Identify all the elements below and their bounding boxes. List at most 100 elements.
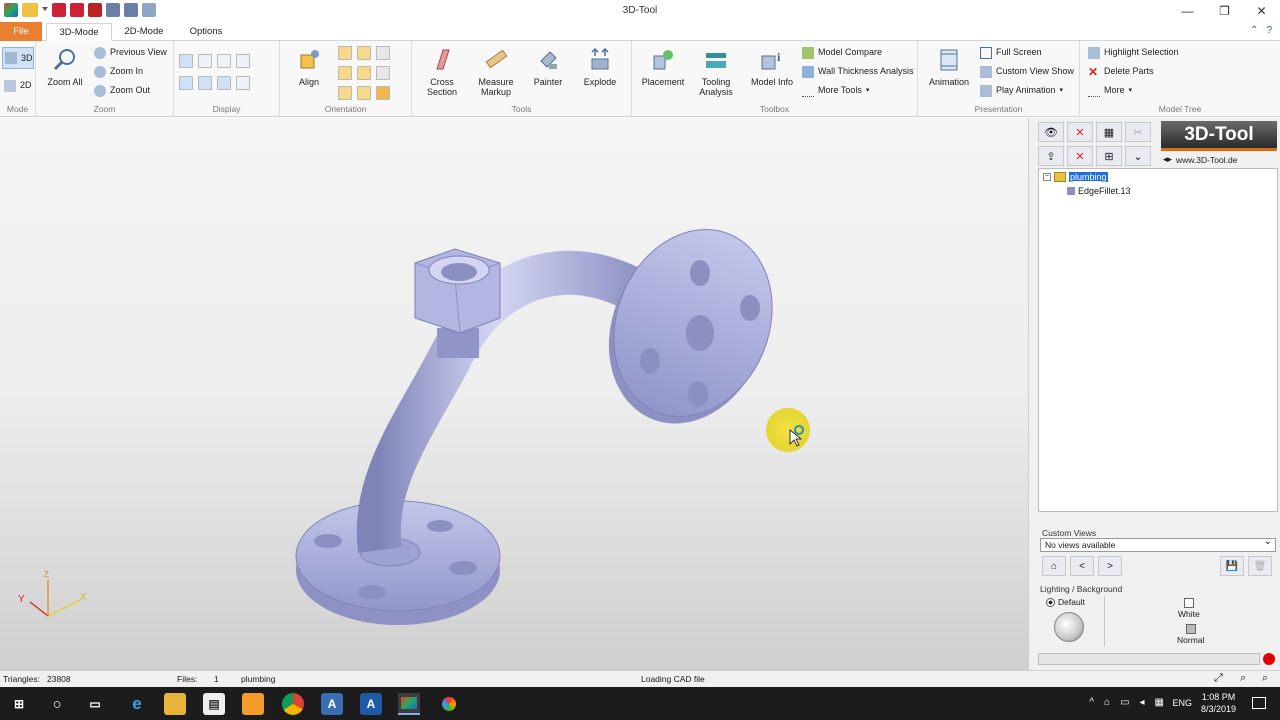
collapse-arrows-icon[interactable]: ◂▸ <box>1163 154 1172 165</box>
select-all-icon[interactable]: ▦ <box>1096 122 1122 142</box>
tooling-analysis-button[interactable]: Tooling Analysis <box>690 45 742 97</box>
placement-button[interactable]: Placement <box>636 45 690 87</box>
tree-structure-icon[interactable]: ⊞ <box>1096 146 1122 166</box>
chrome-icon[interactable] <box>282 693 304 715</box>
file-explorer-icon[interactable] <box>164 693 186 715</box>
cross-section-button[interactable]: Cross Section <box>416 45 468 97</box>
store-icon[interactable]: ▤ <box>203 693 225 715</box>
rotate-icon[interactable] <box>376 46 390 60</box>
volume-icon[interactable]: ◂ <box>1140 697 1145 708</box>
zoom-all-button[interactable]: Zoom All <box>38 45 92 87</box>
rotate-x-icon[interactable] <box>376 66 390 80</box>
view-front-icon[interactable] <box>338 46 352 60</box>
zoom-in-button[interactable]: Zoom In <box>94 63 143 80</box>
task-view-icon[interactable]: ▭ <box>84 693 106 715</box>
app-a-icon[interactable]: A <box>321 693 343 715</box>
mode-3d-button[interactable]: 3D <box>2 47 34 69</box>
view-iso-icon[interactable] <box>376 86 390 100</box>
edges-icon[interactable] <box>179 76 193 90</box>
globe-icon[interactable] <box>1054 612 1084 642</box>
view-back-icon[interactable] <box>357 46 371 60</box>
shaded-icon[interactable] <box>179 54 193 68</box>
show-only-icon[interactable]: ⇪ <box>1038 146 1064 166</box>
model-tree[interactable]: − plumbing EdgeFillet.13 <box>1038 168 1278 512</box>
collapse-icon[interactable]: − <box>1043 173 1051 181</box>
keyboard-icon[interactable]: ▦ <box>1155 697 1164 708</box>
hide-others-icon[interactable]: ✕ <box>1067 146 1093 166</box>
previous-view-button[interactable]: Previous View <box>94 44 167 61</box>
highlight-selection-button[interactable]: Highlight Selection <box>1088 44 1179 61</box>
delete-parts-button[interactable]: ✕ Delete Parts <box>1088 63 1154 80</box>
3d-tool-taskbar-icon[interactable] <box>398 693 420 715</box>
view-right-icon[interactable] <box>357 66 371 80</box>
minimize-button[interactable]: — <box>1169 0 1206 22</box>
maximize-button[interactable]: ❐ <box>1206 0 1243 22</box>
full-screen-button[interactable]: Full Screen <box>980 44 1042 61</box>
shaded-edges-icon[interactable] <box>198 54 212 68</box>
tree-menu-icon[interactable]: ⌄ <box>1125 146 1151 166</box>
tab-options[interactable]: Options <box>178 23 234 41</box>
axis-label-y: Y <box>18 594 25 605</box>
measure-markup-button[interactable]: Measure Markup <box>470 45 522 97</box>
explode-button[interactable]: Explode <box>574 45 626 87</box>
more-button[interactable]: More ▾ <box>1088 82 1132 99</box>
next-view-button[interactable]: > <box>1098 556 1122 576</box>
wireframe-icon[interactable] <box>236 54 250 68</box>
windows-start-icon[interactable]: ⊞ <box>8 693 30 715</box>
tab-file[interactable]: File <box>0 22 42 41</box>
previous-view-button[interactable]: < <box>1070 556 1094 576</box>
view-left-icon[interactable] <box>338 66 352 80</box>
clock[interactable]: 1:08 PM 8/3/2019 <box>1201 691 1236 715</box>
panel-splitter[interactable] <box>1028 118 1036 670</box>
edge-icon[interactable]: e <box>126 693 148 715</box>
app-orange-icon[interactable] <box>242 693 264 715</box>
help-icon[interactable]: ? <box>1266 25 1272 36</box>
display-icon[interactable]: ▭ <box>1120 697 1129 708</box>
tree-root-label: plumbing <box>1069 172 1108 182</box>
silhouette-icon[interactable] <box>198 76 212 90</box>
lighting-icon[interactable] <box>236 76 250 90</box>
network-icon[interactable]: ⌂ <box>1104 697 1110 708</box>
wall-thickness-button[interactable]: Wall Thickness Analysis <box>802 63 914 80</box>
home-view-icon[interactable]: ⌂ <box>1042 556 1066 576</box>
zoom-status-icon[interactable]: ⌕ <box>1240 672 1246 685</box>
zoom-out-button[interactable]: Zoom Out <box>94 82 150 99</box>
language-indicator[interactable]: ENG <box>1172 698 1192 708</box>
save-view-icon[interactable]: 💾 <box>1220 556 1244 576</box>
tree-child-item[interactable]: EdgeFillet.13 <box>1067 186 1131 196</box>
tab-2d-mode[interactable]: 2D-Mode <box>114 23 174 41</box>
white-background-checkbox[interactable]: White <box>1178 598 1200 619</box>
animation-button[interactable]: Animation <box>922 45 976 87</box>
tree-root-item[interactable]: − plumbing <box>1043 172 1108 182</box>
mode-2d-button[interactable]: 2D <box>4 77 32 94</box>
model-compare-button[interactable]: Model Compare <box>802 44 882 61</box>
model-info-button[interactable]: i Model Info <box>746 45 798 87</box>
show-icon[interactable]: 👁 <box>1038 122 1064 142</box>
notification-icon[interactable] <box>1252 697 1266 709</box>
cortana-icon[interactable]: ○ <box>46 693 68 715</box>
more-tools-button[interactable]: More Tools ▾ <box>802 82 869 99</box>
hide-icon[interactable]: ✕ <box>1067 122 1093 142</box>
custom-view-show-button[interactable]: Custom View Show <box>980 63 1074 80</box>
play-animation-button[interactable]: Play Animation ▾ <box>980 82 1063 99</box>
collapse-ribbon-icon[interactable]: ⌃ <box>1250 25 1258 36</box>
app-colorful-icon[interactable] <box>438 693 460 715</box>
hidden-line-icon[interactable] <box>217 54 231 68</box>
chevron-up-icon[interactable]: ^ <box>1089 697 1094 708</box>
close-button[interactable]: ✕ <box>1243 0 1280 22</box>
custom-views-select[interactable]: No views available <box>1040 536 1276 552</box>
fit-view-icon[interactable]: ⤢ <box>1214 672 1223 685</box>
painter-button[interactable]: Painter <box>522 45 574 87</box>
tab-3d-mode[interactable]: 3D-Mode <box>46 23 112 41</box>
align-icon <box>300 50 319 69</box>
transparency-icon[interactable] <box>217 76 231 90</box>
view-bottom-icon[interactable] <box>357 86 371 100</box>
3d-viewport[interactable]: X Y Z <box>0 118 1028 670</box>
view-top-icon[interactable] <box>338 86 352 100</box>
align-button[interactable]: Align <box>284 45 334 87</box>
normal-background-checkbox[interactable]: Normal <box>1177 624 1204 645</box>
search-status-icon[interactable]: ⌕ <box>1262 672 1268 685</box>
plumbing-model[interactable] <box>0 118 1028 670</box>
app-a2-icon[interactable]: A <box>360 693 382 715</box>
lighting-default-radio[interactable]: Default <box>1046 597 1085 607</box>
